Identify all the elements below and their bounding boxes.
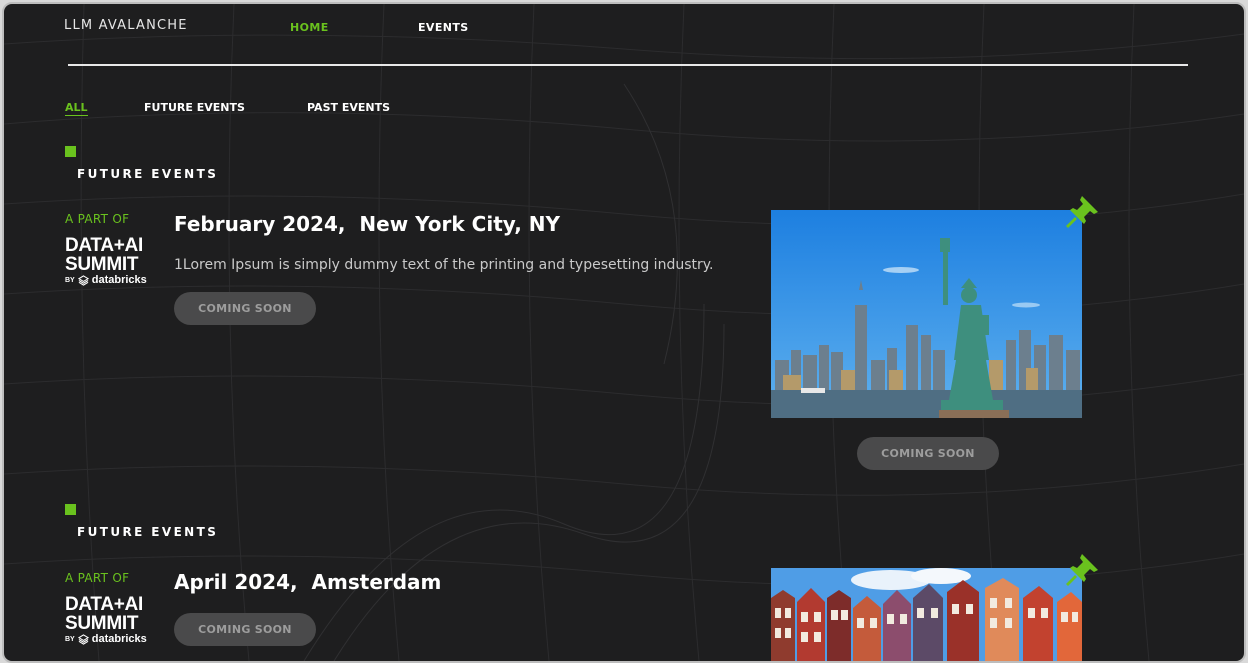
brand-line-2: SUMMIT [65, 613, 139, 634]
pushpin-icon [1066, 196, 1098, 228]
event-date: April 2024, [174, 570, 298, 594]
new-york-image [771, 210, 1082, 418]
brand-by: BY [65, 277, 75, 284]
section-marker [65, 146, 76, 157]
databricks-icon [77, 634, 89, 645]
part-of-label: A PART OF [65, 571, 130, 585]
coming-soon-button[interactable]: COMING SOON [174, 292, 316, 325]
filter-all[interactable]: ALL [65, 101, 88, 116]
filter-future-events[interactable]: FUTURE EVENTS [144, 101, 245, 114]
event-title: April 2024, Amsterdam [174, 570, 441, 594]
filter-past-events[interactable]: PAST EVENTS [307, 101, 390, 114]
section-title: FUTURE EVENTS [77, 167, 219, 181]
event-location: New York City, NY [359, 212, 561, 236]
data-ai-summit-logo: DATA+AI SUMMIT BY databricks [65, 236, 147, 287]
brand-by: BY [65, 636, 75, 643]
nav-events[interactable]: EVENTS [418, 21, 469, 34]
header-divider [68, 64, 1188, 66]
event-description: 1Lorem Ipsum is simply dummy text of the… [174, 257, 714, 273]
brand-line-1: DATA+AI [65, 235, 143, 256]
event-image [771, 210, 1082, 418]
coming-soon-button[interactable]: COMING SOON [174, 613, 316, 646]
event-image [771, 568, 1082, 661]
nav-home[interactable]: HOME [290, 21, 329, 34]
browser-frame: LLM AVALANCHE HOME EVENTS ALL FUTURE EVE… [2, 2, 1246, 663]
brand-line-1: DATA+AI [65, 594, 143, 615]
image-coming-soon-button[interactable]: COMING SOON [857, 437, 999, 470]
part-of-label: A PART OF [65, 212, 130, 226]
brand-company: databricks [91, 633, 147, 645]
event-title: February 2024, New York City, NY [174, 212, 560, 236]
brand-company: databricks [91, 274, 147, 286]
event-location: Amsterdam [311, 570, 442, 594]
databricks-icon [77, 275, 89, 286]
section-title: FUTURE EVENTS [77, 525, 219, 539]
pushpin-icon [1066, 554, 1098, 586]
site-logo[interactable]: LLM AVALANCHE [64, 18, 188, 33]
data-ai-summit-logo: DATA+AI SUMMIT BY databricks [65, 595, 147, 646]
section-marker [65, 504, 76, 515]
amsterdam-image [771, 568, 1082, 661]
brand-line-2: SUMMIT [65, 254, 139, 275]
event-date: February 2024, [174, 212, 346, 236]
